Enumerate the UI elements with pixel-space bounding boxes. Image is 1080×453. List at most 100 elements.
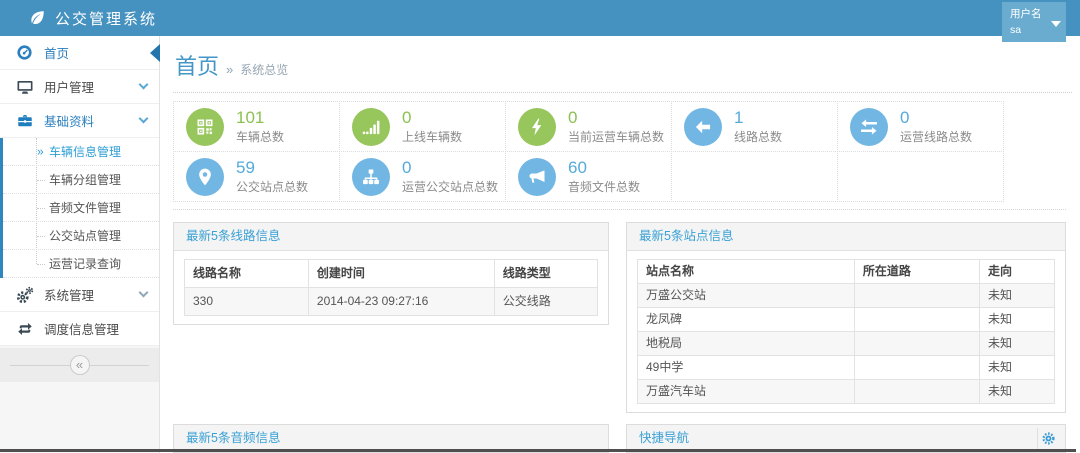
panel-title: 最新5条站点信息 (627, 223, 1065, 251)
station-direction-cell: 未知 (979, 308, 1054, 332)
stat-label: 当前运营车辆总数 (568, 128, 664, 145)
gears-icon (15, 286, 34, 304)
table-row: 万盛汽车站未知 (638, 380, 1055, 404)
station-name-cell: 万盛汽车站 (638, 380, 855, 404)
route-created-cell: 2014-04-23 09:27:16 (308, 288, 494, 316)
map-pin-icon (186, 158, 224, 196)
breadcrumb-separator: » (226, 62, 233, 77)
chevron-down-icon (139, 114, 149, 124)
stat-value: 60 (568, 158, 640, 178)
leaf-logo-icon (28, 9, 46, 27)
double-arrows-icon (850, 108, 888, 146)
column-header: 创建时间 (308, 260, 494, 288)
table-row: 地税局 未知 (638, 332, 1055, 356)
sidebar-collapse-strip (0, 348, 159, 382)
station-road-cell (854, 332, 979, 356)
station-direction-cell: 未知 (979, 332, 1054, 356)
breadcrumb-home-link[interactable]: 首页 (175, 49, 219, 81)
stat-card-online-vehicles: 0上线车辆数 (339, 101, 506, 152)
stat-value: 101 (236, 108, 284, 128)
topbar: 公交管理系统 用户名 sa (0, 0, 1080, 36)
sidebar-item-home[interactable]: 首页 (0, 36, 159, 70)
stat-value: 59 (236, 158, 308, 178)
stat-card-total-routes: 1线路总数 (671, 101, 838, 152)
breadcrumb-section: 系统总览 (240, 61, 288, 78)
route-name-cell: 330 (185, 288, 309, 316)
chevron-down-icon (139, 288, 149, 298)
latest-stations-panel: 最新5条站点信息 站点名称 所在道路 走向 万盛公交站未知 龙凤碑未知 地税局未… (626, 222, 1066, 413)
station-name-cell: 万盛公交站 (638, 284, 855, 308)
sidebar-subitem-label: 运营记录查询 (49, 255, 121, 272)
station-direction-cell: 未知 (979, 356, 1054, 380)
qr-code-icon (186, 108, 224, 146)
stat-label: 运营线路总数 (900, 128, 972, 145)
sidebar-item-basic-data[interactable]: 基础资料 (0, 104, 159, 138)
routes-table: 线路名称 创建时间 线路类型 330 2014-04-23 09:27:16 公… (184, 259, 598, 316)
column-header: 线路名称 (185, 260, 309, 288)
loop-arrows-icon (15, 320, 34, 338)
column-header: 站点名称 (638, 260, 855, 284)
station-name-cell: 地税局 (638, 332, 855, 356)
user-label: 用户名 (1010, 6, 1050, 22)
stat-card-empty (837, 151, 1004, 202)
user-name: sa (1010, 22, 1050, 38)
column-header: 所在道路 (854, 260, 979, 284)
gear-icon[interactable] (1037, 428, 1059, 449)
tree-tick-icon (37, 236, 45, 237)
stat-value: 1 (734, 108, 782, 128)
station-road-cell (854, 380, 979, 404)
station-road-cell (854, 308, 979, 332)
sitemap-icon (352, 158, 390, 196)
stat-value: 0 (900, 108, 972, 128)
sidebar: 首页 用户管理 基础资料 车辆信息管理 (0, 36, 160, 453)
sidebar-item-label: 调度信息管理 (44, 319, 119, 338)
sidebar-item-dispatch-info[interactable]: 调度信息管理 (0, 312, 159, 346)
table-row: 330 2014-04-23 09:27:16 公交线路 (185, 288, 598, 316)
latest-routes-panel: 最新5条线路信息 线路名称 创建时间 线路类型 330 2014-04-23 0… (173, 222, 609, 325)
panels-row-1: 最新5条线路信息 线路名称 创建时间 线路类型 330 2014-04-23 0… (173, 222, 1066, 413)
lightning-icon (518, 108, 556, 146)
stat-card-total-stations: 59公交站点总数 (173, 151, 340, 202)
stat-label: 车辆总数 (236, 128, 284, 145)
basic-data-submenu: 车辆信息管理 车辆分组管理 音频文件管理 公交站点管理 运营记录查询 (0, 138, 159, 278)
sidebar-subitem-audio-files[interactable]: 音频文件管理 (3, 194, 159, 222)
stations-table: 站点名称 所在道路 走向 万盛公交站未知 龙凤碑未知 地税局未知 49中学未知 … (637, 259, 1055, 404)
stat-card-total-vehicles: 101车辆总数 (173, 101, 340, 152)
app-title: 公交管理系统 (55, 8, 157, 29)
column-header: 走向 (979, 260, 1054, 284)
column-header: 线路类型 (494, 260, 597, 288)
stat-value: 0 (568, 108, 664, 128)
sidebar-collapse-button[interactable] (70, 355, 90, 375)
station-road-cell (854, 356, 979, 380)
sidebar-subitem-operation-records[interactable]: 运营记录查询 (3, 250, 159, 278)
station-name-cell: 龙凤碑 (638, 308, 855, 332)
sidebar-subitem-label: 车辆分组管理 (49, 171, 121, 188)
user-menu[interactable]: 用户名 sa (1002, 2, 1066, 42)
sidebar-subitem-vehicle-group[interactable]: 车辆分组管理 (3, 166, 159, 194)
stat-card-operating-routes: 0运营线路总数 (837, 101, 1004, 152)
window-bottom-edge (0, 449, 1076, 452)
arrow-left-icon (684, 108, 722, 146)
tree-tick-icon (37, 208, 45, 209)
sidebar-subitem-vehicle-info[interactable]: 车辆信息管理 (3, 138, 159, 166)
sidebar-subitem-bus-stations[interactable]: 公交站点管理 (3, 222, 159, 250)
stat-card-operating-vehicles: 0当前运营车辆总数 (505, 101, 672, 152)
sidebar-item-system-management[interactable]: 系统管理 (0, 278, 159, 312)
sidebar-subitem-label: 车辆信息管理 (49, 143, 121, 160)
stat-value: 0 (402, 108, 462, 128)
sidebar-subitem-label: 音频文件管理 (49, 199, 121, 216)
tree-tick-icon (37, 180, 45, 181)
sidebar-item-label: 首页 (44, 43, 69, 62)
sidebar-item-user-management[interactable]: 用户管理 (0, 70, 159, 104)
chevron-down-icon (139, 80, 149, 90)
stat-card-empty (671, 151, 838, 202)
sidebar-subitem-label: 公交站点管理 (49, 227, 121, 244)
station-road-cell (854, 284, 979, 308)
signal-bars-icon (352, 108, 390, 146)
station-name-cell: 49中学 (638, 356, 855, 380)
megaphone-icon (518, 158, 556, 196)
active-arrow-icon (150, 44, 160, 62)
table-row: 49中学 未知 (638, 356, 1055, 380)
station-direction-cell: 未知 (979, 284, 1054, 308)
stat-value: 0 (402, 158, 498, 178)
